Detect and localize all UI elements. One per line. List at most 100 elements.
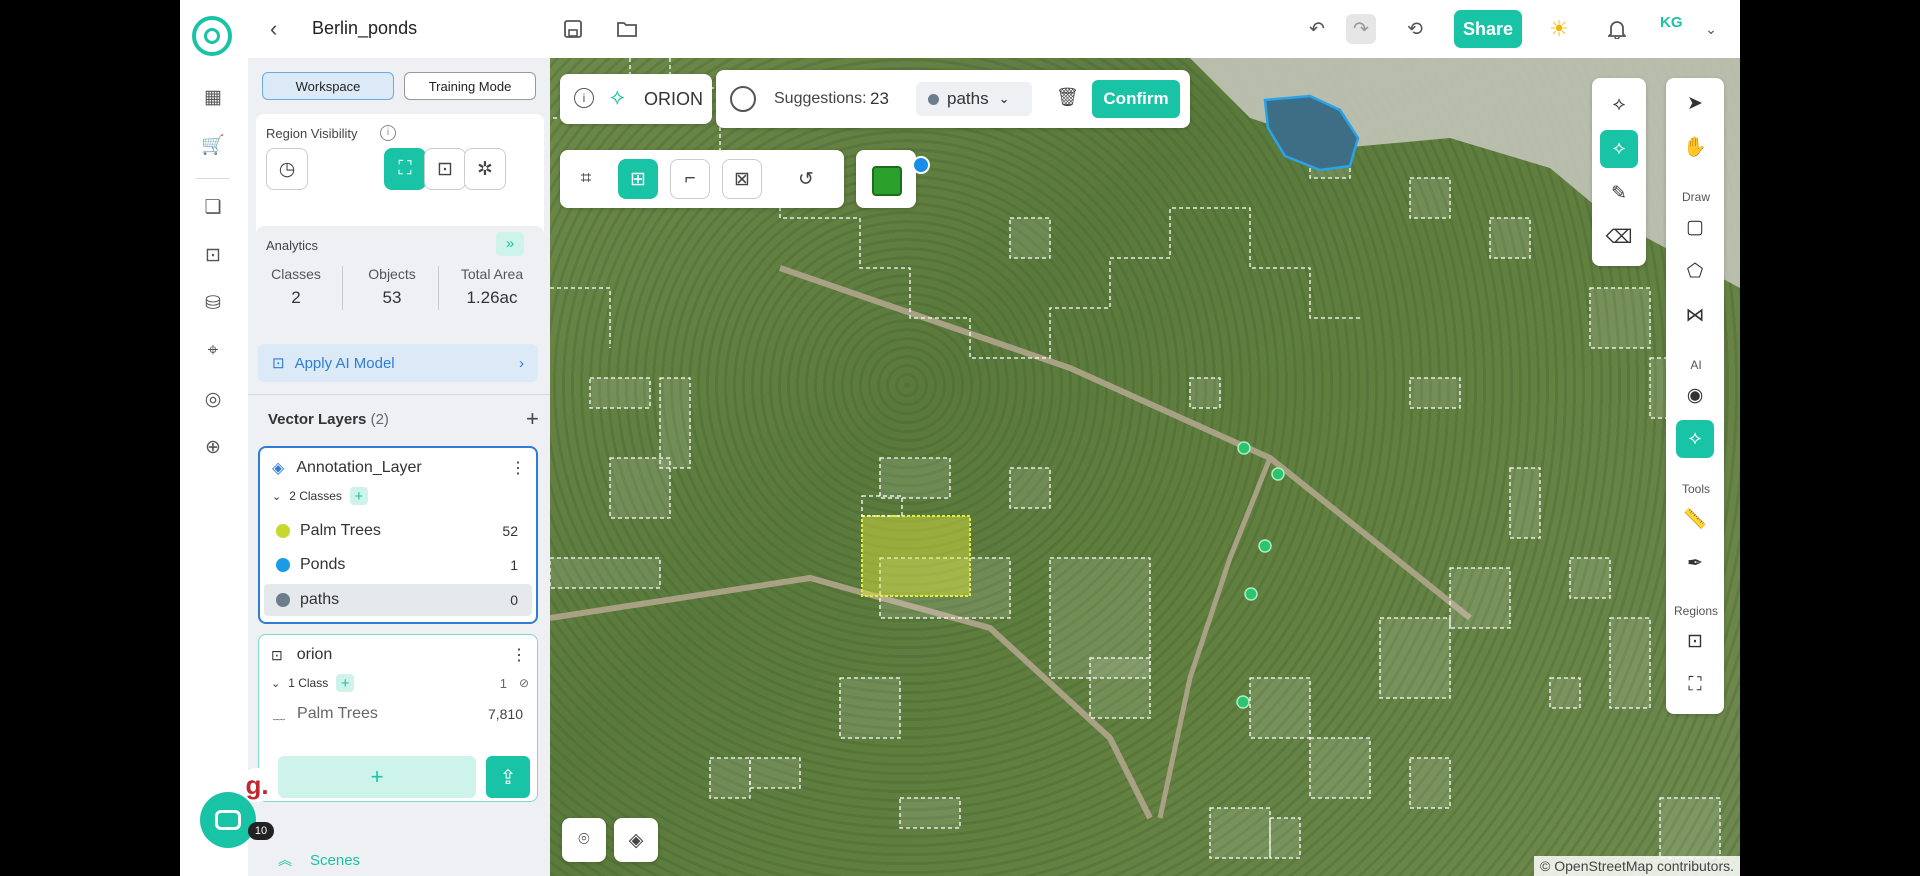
folder-icon[interactable]: ❏ — [198, 192, 228, 222]
step-line-icon[interactable]: ⌐ — [670, 159, 710, 199]
class-row[interactable]: Ponds 1 — [260, 550, 536, 580]
user-avatar[interactable]: KG — [1660, 14, 1683, 31]
region-outline — [550, 287, 611, 348]
annotation-layer-card[interactable]: ◈ Annotation_Layer ⋮ ⌄ 2 Classes + Palm … — [258, 446, 538, 624]
training-mode-tab[interactable]: Training Mode — [404, 72, 536, 100]
pointer-icon[interactable]: ➤ — [1676, 84, 1714, 122]
more-vertical-icon[interactable]: ⋮ — [510, 458, 526, 478]
brush-icon[interactable]: ✎ — [1600, 174, 1638, 212]
ai-detect-icon[interactable]: ◉ — [1676, 376, 1714, 414]
orion-segment-active-icon[interactable]: ⟡ — [1600, 130, 1638, 168]
polygon-tool-icon[interactable]: ⬠ — [1676, 252, 1714, 290]
location-pin-icon[interactable]: ⌾ — [562, 818, 606, 862]
classes-toggle[interactable]: ⌄ 1 Class + 1 ⊘ — [259, 673, 537, 693]
orion-ai-icon[interactable]: ⟡ — [1676, 420, 1714, 458]
eye-off-icon[interactable]: ⊘ — [519, 676, 529, 690]
orion-segment-icon[interactable]: ⟡ — [1600, 86, 1638, 124]
confirm-button[interactable]: Confirm — [1092, 80, 1180, 118]
history-icon[interactable]: ⟲ — [1400, 14, 1430, 44]
layer-name: Annotation_Layer — [296, 459, 422, 476]
classes-count-label: 1 Class — [288, 676, 329, 690]
robot-icon[interactable]: ⊡ — [1676, 622, 1714, 660]
model-icon[interactable]: ◎ — [198, 384, 228, 414]
robot-icon[interactable]: ⊡ — [198, 240, 228, 270]
chevron-down-icon: ⌄ — [271, 677, 281, 690]
reset-icon[interactable]: ↺ — [786, 159, 826, 199]
clock-icon[interactable]: ◷ — [266, 148, 308, 190]
bell-icon[interactable] — [1602, 14, 1632, 44]
scenes-bar[interactable]: ︽ Scenes — [248, 844, 550, 876]
class-name: Palm Trees — [300, 522, 381, 539]
rectangle-tool-icon[interactable]: ▢ — [1676, 208, 1714, 246]
dashboard-icon[interactable]: ▦ — [198, 82, 228, 112]
class-select[interactable]: paths ⌄ — [916, 82, 1032, 116]
fullscreen-icon[interactable]: ⛶ — [1676, 666, 1714, 704]
tools-section-label: Tools — [1681, 482, 1710, 496]
color-indicator-dot — [912, 156, 930, 174]
undo-icon[interactable]: ↶ — [1302, 14, 1332, 44]
vector-layers-count: (2) — [370, 411, 389, 428]
apply-ai-model-button[interactable]: ⊡ Apply AI Model › — [258, 344, 538, 382]
app-logo[interactable] — [192, 16, 232, 56]
vector-layers-title: Vector Layers (2) — [268, 411, 389, 428]
classes-toggle[interactable]: ⌄ 2 Classes + — [260, 486, 536, 506]
cart-icon[interactable]: 🛒 — [198, 130, 228, 160]
class-row-selected[interactable]: paths 0 — [264, 584, 532, 616]
trash-icon[interactable]: 🗑 — [1056, 87, 1079, 108]
info-icon[interactable]: i — [574, 88, 594, 108]
info-icon[interactable]: i — [380, 125, 396, 141]
layer-header: ⊡ orion ⋮ — [259, 643, 537, 667]
eraser-icon[interactable]: ⌫ — [1600, 218, 1638, 256]
redo-icon[interactable]: ↷ — [1346, 14, 1376, 44]
expand-double-chevron-icon[interactable]: » — [496, 232, 524, 256]
class-row[interactable]: ﹏ Palm Trees 7,810 — [259, 699, 537, 729]
chip-icon[interactable]: ⊞ — [618, 159, 658, 199]
class-color-swatch[interactable] — [872, 166, 902, 196]
stat-value: 2 — [291, 288, 301, 307]
polyline-tool-icon[interactable]: ⋈ — [1676, 296, 1714, 334]
chevron-down-icon[interactable]: ⌄ — [1696, 14, 1726, 44]
map-icon[interactable]: ⌖ — [198, 336, 228, 366]
scan-icon[interactable]: ⌗ — [566, 159, 606, 199]
stat-divider — [342, 266, 343, 310]
add-class-plus-icon[interactable]: + — [349, 487, 368, 505]
back-arrow-icon[interactable]: ‹ — [270, 16, 277, 42]
hand-pan-icon[interactable]: ✋ — [1676, 128, 1714, 166]
save-icon[interactable] — [558, 14, 588, 44]
crop-frame-icon[interactable]: ⊠ — [722, 159, 762, 199]
class-row[interactable]: Palm Trees 52 — [260, 516, 536, 546]
folder-icon[interactable] — [612, 14, 642, 44]
add-class-plus-icon[interactable]: + — [336, 674, 355, 692]
layer-header: ◈ Annotation_Layer ⋮ — [260, 456, 536, 480]
class-name: paths — [300, 591, 340, 608]
ruler-icon[interactable]: 📏 — [1676, 500, 1714, 538]
orion-logo-icon: ⟡ — [610, 84, 625, 109]
more-vertical-icon[interactable]: ⋮ — [511, 645, 527, 665]
stat-value: 1.26ac — [466, 288, 518, 307]
stat-objects: Objects 53 — [354, 266, 430, 308]
database-icon[interactable]: ⛁ — [198, 288, 228, 318]
workspace-tab[interactable]: Workspace — [262, 72, 394, 100]
fullscreen-icon[interactable]: ⛶ — [384, 148, 426, 190]
chevron-down-icon: ⌄ — [998, 91, 1010, 106]
classes-count-label: 2 Classes — [289, 489, 342, 503]
g-extension-icon[interactable]: g. — [240, 768, 274, 802]
notification-badge: 10 — [248, 822, 274, 840]
add-layer-plus-icon[interactable]: + — [526, 406, 539, 432]
upload-icon[interactable]: ⇪ — [486, 756, 530, 798]
apply-ai-model-label: Apply AI Model — [294, 354, 395, 372]
robot-icon[interactable]: ⊡ — [424, 148, 466, 190]
robot-icon: ⊡ — [272, 355, 285, 372]
map-canvas[interactable]: i ⟡ ORION Suggestions: 23 paths ⌄ 🗑 Conf… — [550, 58, 1740, 876]
layers-icon[interactable]: ◈ — [614, 818, 658, 862]
add-layer-button[interactable]: + — [278, 756, 476, 798]
globe-icon[interactable]: ⊕ — [198, 432, 228, 462]
sun-theme-icon[interactable]: ☀ — [1544, 14, 1574, 44]
analytics-card: Analytics » Classes 2 Objects 53 Total A… — [256, 226, 544, 336]
pen-icon[interactable]: ✒ — [1676, 544, 1714, 582]
polygon-icon[interactable] — [730, 86, 756, 112]
ai-section-label: AI — [1690, 358, 1702, 372]
share-button[interactable]: Share — [1454, 10, 1522, 48]
stat-label: Classes — [271, 266, 321, 282]
satellite-icon[interactable]: ✲ — [464, 148, 506, 190]
